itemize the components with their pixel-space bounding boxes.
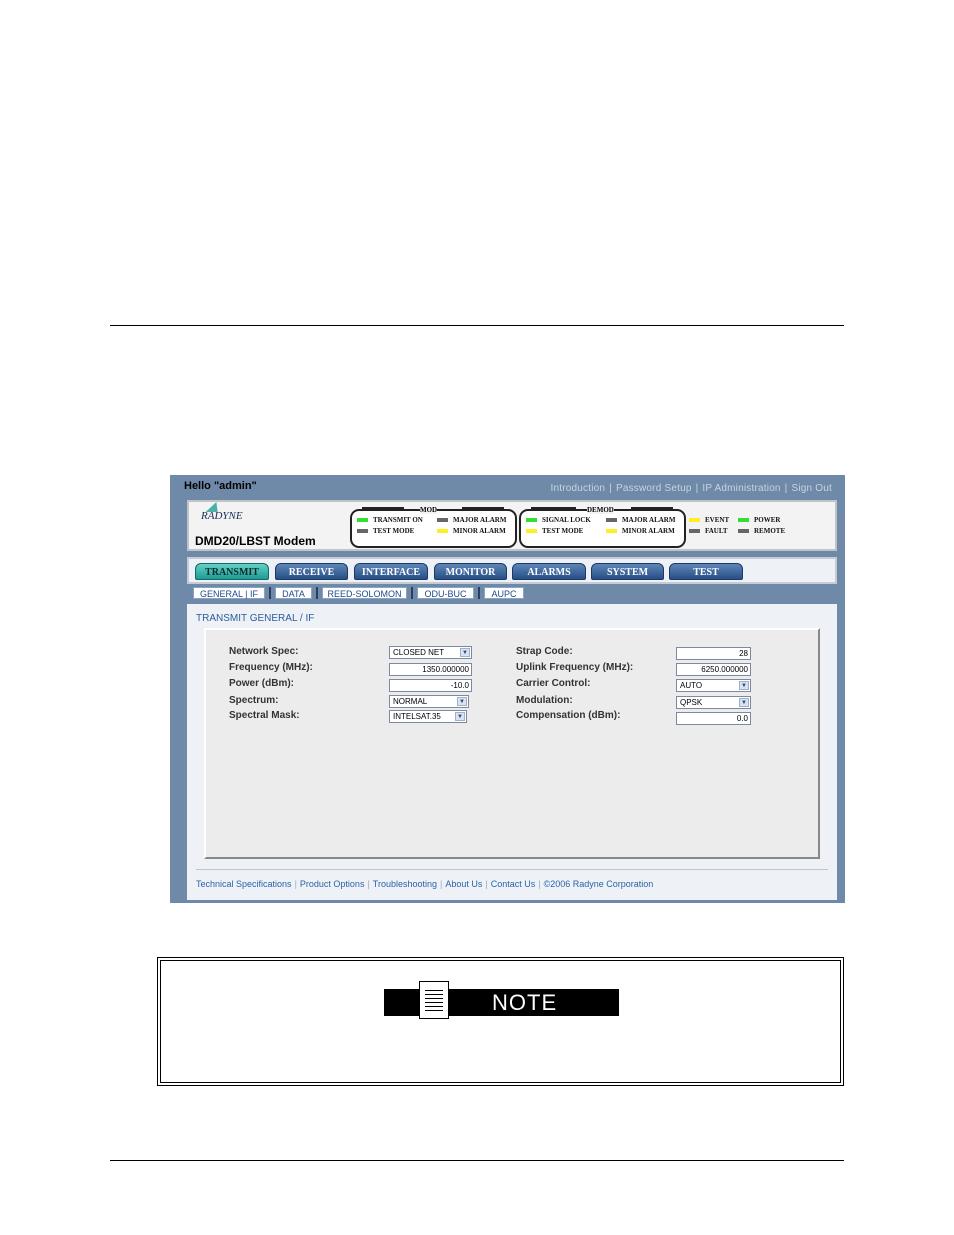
uplink-frequency-input[interactable]: 6250.000000 [676,663,751,676]
footer-divider [196,869,828,870]
subtab-aupc[interactable]: AUPC [484,587,524,599]
chevron-down-icon: ▼ [455,712,465,721]
led-transmit-on: TRANSMIT ON [357,516,423,524]
link-product-options[interactable]: Product Options [300,879,365,889]
label-power: Power (dBm): [229,678,294,689]
led-indicator [738,529,749,534]
note-banner: NOTE [384,981,619,1019]
footer-links: Technical Specifications | Product Options… [196,879,654,889]
transmit-form: Network Spec: CLOSED NET ▼ Frequency (MHz… [204,628,820,859]
power-input[interactable]: -10.0 [389,679,472,692]
led-demod-major-alarm: MAJOR ALARM [606,516,675,524]
label-strap-code: Strap Code: [516,646,573,657]
brand-logo: RADYNE [201,510,243,522]
led-indicator [437,529,448,534]
led-indicator [606,529,617,534]
frequency-input[interactable]: 1350.000000 [389,663,472,676]
led-mod-major-alarm: MAJOR ALARM [437,516,506,524]
mod-status-panel: MOD TRANSMIT ON MAJOR ALARM TEST MODE MI… [350,506,517,548]
label-network-spec: Network Spec: [229,646,299,657]
led-demod-test-mode: TEST MODE [526,527,583,535]
subtab-reed-solomon[interactable]: REED-SOLOMON [322,587,407,599]
note-label: NOTE [492,990,558,1015]
led-indicator [357,518,368,523]
device-header: RADYNE DMD20/LBST Modem MOD TRANSMIT ON … [187,500,837,551]
modem-web-ui-screenshot: Hello "admin" Introduction | Password Setu… [170,475,845,903]
led-remote: REMOTE [738,527,785,535]
page-rule-top [110,325,844,326]
spectrum-select[interactable]: NORMAL ▼ [389,695,469,708]
label-carrier-control: Carrier Control: [516,678,591,689]
label-frequency: Frequency (MHz): [229,662,313,673]
tab-test[interactable]: TEST [669,563,743,580]
led-indicator [738,518,749,523]
demod-status-panel: DEMOD SIGNAL LOCK MAJOR ALARM TEST MODE … [519,506,686,548]
subtab-data[interactable]: DATA [275,587,312,599]
link-ip-administration[interactable]: IP Administration [702,483,780,494]
link-contact-us[interactable]: Contact Us [491,879,536,889]
label-modulation: Modulation: [516,695,573,706]
label-spectral-mask: Spectral Mask: [229,710,300,721]
led-fault: FAULT [689,527,728,535]
label-uplink-frequency: Uplink Frequency (MHz): [516,662,634,673]
link-technical-specifications[interactable]: Technical Specifications [196,879,292,889]
strap-code-input[interactable]: 28 [676,647,751,660]
led-indicator [437,518,448,523]
tab-monitor[interactable]: MONITOR [434,563,507,580]
chevron-down-icon: ▼ [739,681,749,690]
document-icon [419,981,449,1019]
led-event: EVENT [689,516,729,524]
led-indicator [689,518,700,523]
carrier-control-select[interactable]: AUTO ▼ [676,679,751,692]
led-indicator [357,529,368,534]
link-troubleshooting[interactable]: Troubleshooting [373,879,437,889]
led-demod-minor-alarm: MINOR ALARM [606,527,675,535]
tab-transmit[interactable]: TRANSMIT [195,563,269,580]
content-area: TRANSMIT GENERAL / IF Network Spec: CLOS… [187,604,837,900]
link-password-setup[interactable]: Password Setup [616,483,692,494]
led-indicator [606,518,617,523]
led-mod-test-mode: TEST MODE [357,527,414,535]
tab-alarms[interactable]: ALARMS [512,563,586,580]
section-title: TRANSMIT GENERAL / IF [196,613,315,624]
modulation-select[interactable]: QPSK ▼ [676,696,751,709]
led-mod-minor-alarm: MINOR ALARM [437,527,506,535]
subtab-odu-buc[interactable]: ODU-BUC [417,587,474,599]
tab-receive[interactable]: RECEIVE [275,563,348,580]
chevron-down-icon: ▼ [457,697,467,706]
compensation-input[interactable]: 0.0 [676,712,751,725]
copyright: ©2006 Radyne Corporation [543,879,654,889]
spectral-mask-select[interactable]: INTELSAT.35 ▼ [389,710,467,723]
label-compensation: Compensation (dBm): [516,710,621,721]
note-box: NOTE [157,957,844,1086]
link-about-us[interactable]: About Us [445,879,482,889]
subtab-general-if[interactable]: GENERAL | IF [193,587,265,599]
led-indicator [526,529,537,534]
led-signal-lock: SIGNAL LOCK [526,516,591,524]
label-spectrum: Spectrum: [229,695,279,706]
tab-interface[interactable]: INTERFACE [354,563,428,580]
network-spec-select[interactable]: CLOSED NET ▼ [389,646,472,659]
model-name: DMD20/LBST Modem [195,534,316,548]
chevron-down-icon: ▼ [460,648,470,657]
led-indicator [526,518,537,523]
led-indicator [689,529,700,534]
greeting: Hello "admin" [184,480,257,492]
link-introduction[interactable]: Introduction [551,483,606,494]
mod-title: MOD [420,506,438,514]
main-tab-bar: TRANSMIT RECEIVE INTERFACE MONITOR ALARM… [187,557,837,584]
demod-title: DEMOD [587,506,614,514]
tab-system[interactable]: SYSTEM [591,563,664,580]
top-bar: Hello "admin" Introduction | Password Setu… [170,475,845,497]
top-links: Introduction | Password Setup | IP Administr… [550,483,832,494]
page-rule-bottom [110,1160,844,1161]
chevron-down-icon: ▼ [739,698,749,707]
link-sign-out[interactable]: Sign Out [791,483,832,494]
led-power: POWER [738,516,780,524]
